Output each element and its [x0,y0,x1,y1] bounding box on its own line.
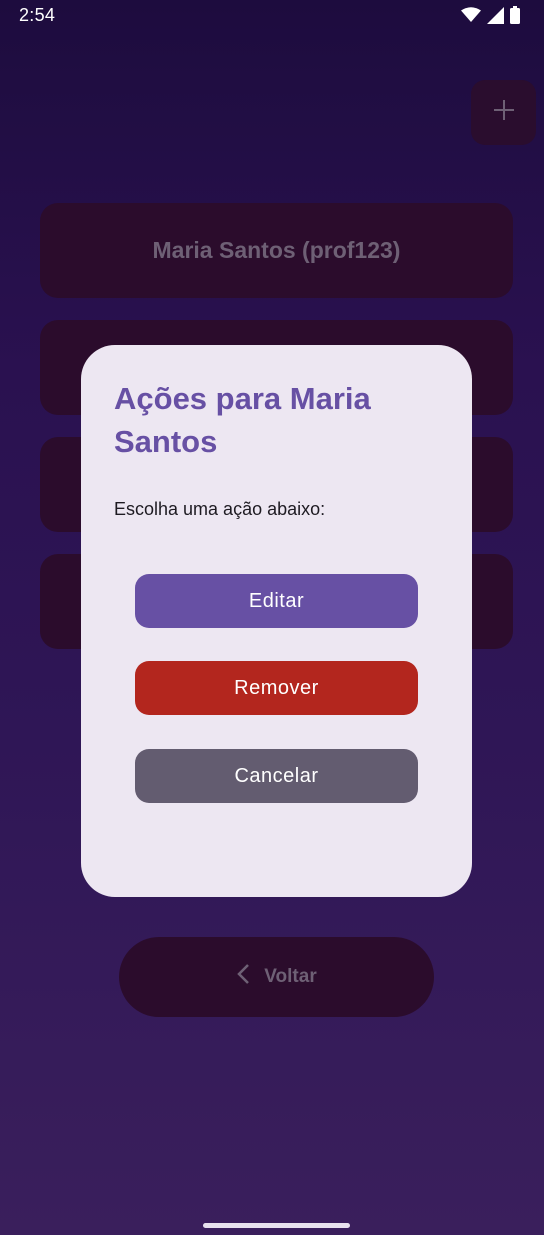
plus-icon [492,98,516,127]
chevron-left-icon [236,963,250,991]
cancel-button[interactable]: Cancelar [135,749,418,803]
back-button[interactable]: Voltar [119,937,434,1017]
wifi-icon [461,7,481,23]
dialog-message: Escolha uma ação abaixo: [114,499,326,519]
home-indicator[interactable] [203,1223,350,1228]
edit-button-label: Editar [248,589,305,612]
signal-icon [487,6,504,24]
remove-button[interactable]: Remover [135,661,418,715]
list-item[interactable]: Maria Santos (prof123) [40,203,513,298]
list-item-label: Maria Santos (prof123) [152,237,401,263]
add-button[interactable] [471,80,536,145]
back-button-label: Voltar [264,966,317,987]
cancel-button-label: Cancelar [234,764,319,787]
remove-button-label: Remover [234,676,319,699]
status-icons [461,6,520,24]
status-bar: 2:54 [0,0,544,32]
actions-dialog: Ações para Maria Santos Escolha uma ação… [81,345,472,897]
edit-button[interactable]: Editar [135,574,418,628]
status-time: 2:54 [19,5,56,25]
battery-icon [510,6,520,24]
dialog-title: Ações para Maria Santos [114,381,371,459]
